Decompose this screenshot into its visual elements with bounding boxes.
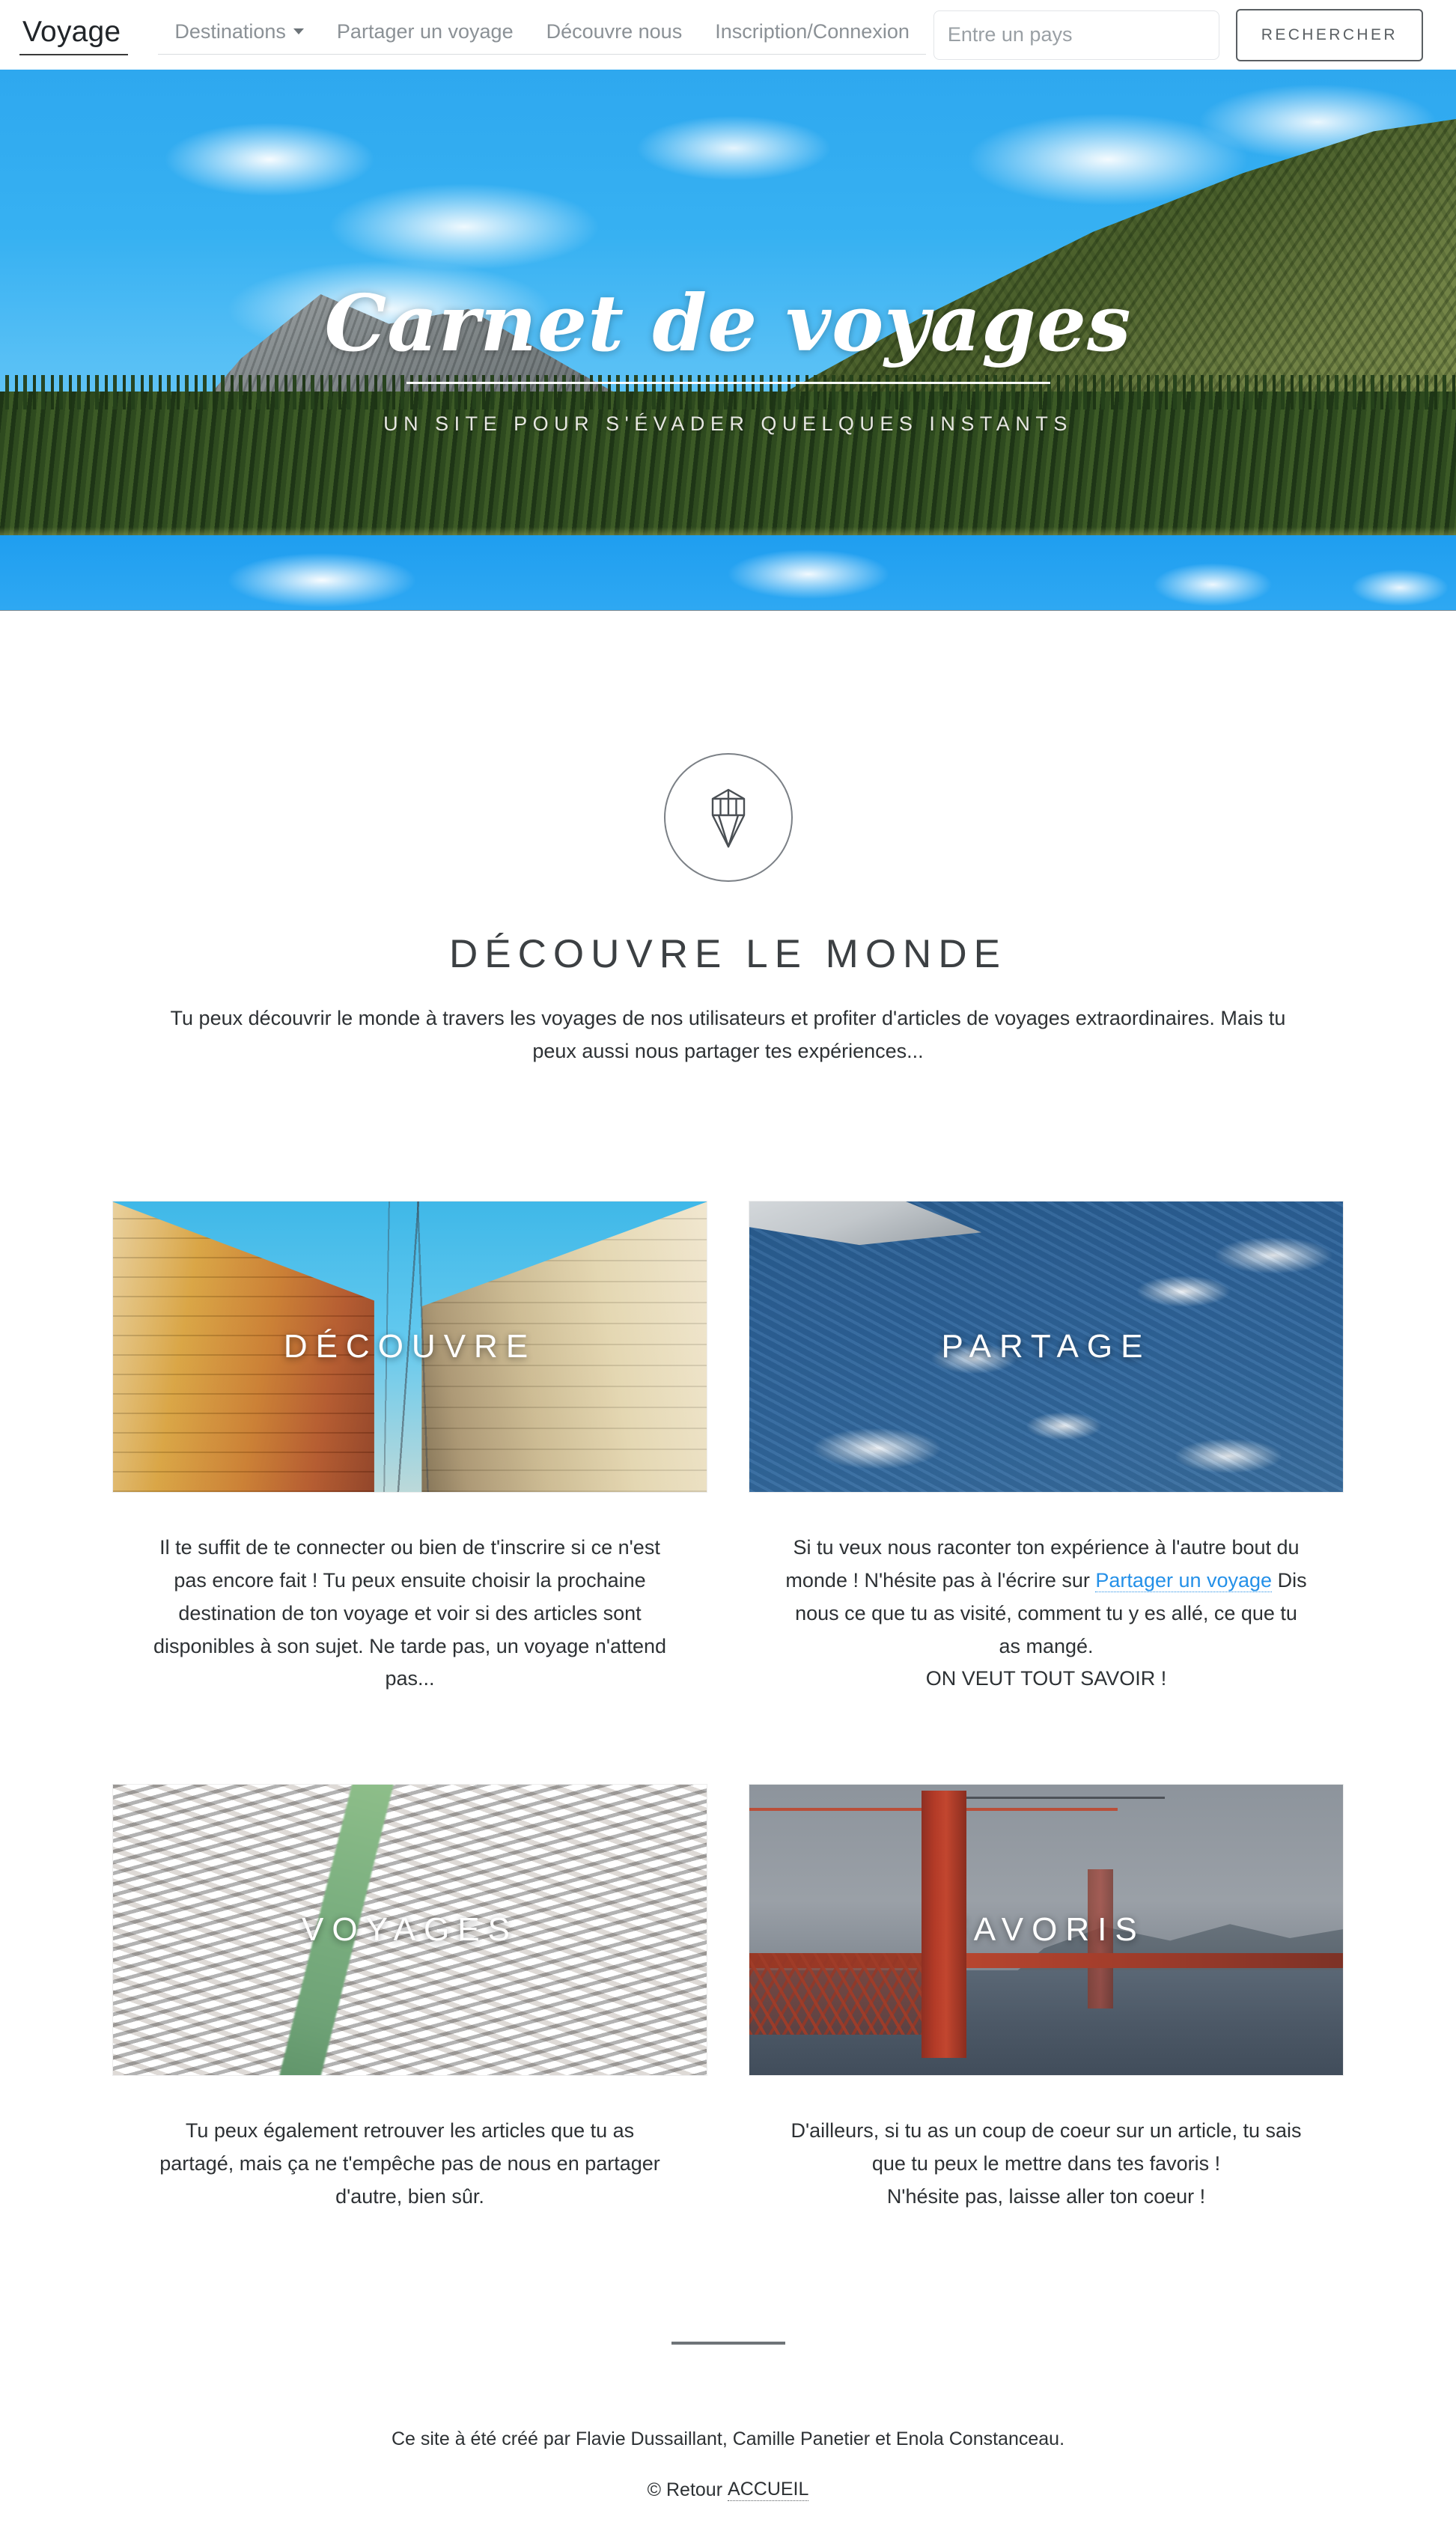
hero-content: Carnet de voyages UN SITE POUR S'ÉVADER …: [0, 70, 1456, 610]
card-voyages: VOYAGES Tu peux également retrouver les …: [112, 1784, 707, 2213]
partager-un-voyage-link[interactable]: Partager un voyage: [1095, 1569, 1273, 1593]
footer-divider: [671, 2342, 785, 2345]
chevron-down-icon: [293, 28, 304, 34]
card-voyages-image[interactable]: VOYAGES: [112, 1784, 707, 2077]
card-partage-label: PARTAGE: [941, 1328, 1151, 1365]
nav-link-decouvre-nous[interactable]: Découvre nous: [529, 15, 699, 55]
nav-link-destinations-label: Destinations: [174, 20, 286, 43]
nav-links: Destinations Partager un voyage Découvre…: [158, 15, 926, 55]
footer-credit: Ce site à été créé par Flavie Dussaillan…: [391, 2428, 1065, 2450]
card-partage-text: Si tu veux nous raconter ton expérience …: [749, 1493, 1344, 1696]
search-button[interactable]: RECHERCHER: [1235, 8, 1423, 61]
card-favoris-paragraph-a: D'ailleurs, si tu as un coup de coeur su…: [791, 2119, 1302, 2175]
card-decouvre-label: DÉCOUVRE: [283, 1328, 537, 1365]
card-voyages-paragraph: Tu peux également retrouver les articles…: [159, 2119, 660, 2208]
card-favoris-image[interactable]: FAVORIS: [749, 1784, 1344, 2077]
bridge-tower-near: [921, 1790, 966, 2058]
card-favoris-text: D'ailleurs, si tu as un coup de coeur su…: [749, 2076, 1344, 2213]
copyright-icon: ©: [647, 2479, 661, 2500]
card-decouvre-paragraph: Il te suffit de te connecter ou bien de …: [153, 1536, 667, 1690]
page-footer: Ce site à été créé par Flavie Dussaillan…: [0, 2342, 1456, 2527]
footer-home-prefix: Retour: [666, 2479, 723, 2500]
intro-title: DÉCOUVRE LE MONDE: [449, 932, 1007, 976]
hero-banner: Carnet de voyages UN SITE POUR S'ÉVADER …: [0, 70, 1456, 611]
card-partage-paragraph-c: ON VEUT TOUT SAVOIR !: [925, 1667, 1167, 1690]
intro-description: Tu peux découvrir le monde à travers les…: [170, 1007, 1286, 1062]
card-voyages-text: Tu peux également retrouver les articles…: [112, 2076, 707, 2213]
card-voyages-label: VOYAGES: [302, 1911, 518, 1949]
footer-accueil-link[interactable]: ACCUEIL: [728, 2479, 809, 2502]
card-decouvre: DÉCOUVRE Il te suffit de te connecter ou…: [112, 1201, 707, 1696]
feature-card-grid: DÉCOUVRE Il te suffit de te connecter ou…: [112, 1201, 1344, 2213]
search-area: RECHERCHER: [933, 8, 1423, 61]
card-decouvre-text: Il te suffit de te connecter ou bien de …: [112, 1493, 707, 1696]
hero-subtitle: UN SITE POUR S'ÉVADER QUELQUES INSTANTS: [383, 412, 1073, 435]
intro-section: DÉCOUVRE LE MONDE Tu peux découvrir le m…: [0, 611, 1456, 1068]
card-partage: PARTAGE Si tu veux nous raconter ton exp…: [749, 1201, 1344, 1696]
footer-home-row: © Retour ACCUEIL: [647, 2479, 809, 2502]
main-navbar: Voyage Destinations Partager un voyage D…: [0, 0, 1456, 70]
card-favoris-paragraph-b: N'hésite pas, laisse aller ton coeur !: [886, 2184, 1206, 2208]
nav-link-partager-un-voyage[interactable]: Partager un voyage: [320, 15, 530, 55]
diamond-gem-icon: [663, 753, 793, 882]
hero-title: Carnet de voyages: [324, 277, 1132, 369]
search-input[interactable]: [933, 10, 1219, 60]
hero-divider: [406, 381, 1050, 384]
grid-row-spacer: [112, 1696, 1344, 1784]
card-partage-image[interactable]: PARTAGE: [749, 1201, 1344, 1493]
nav-link-inscription-connexion[interactable]: Inscription/Connexion: [698, 15, 926, 55]
brand-logo[interactable]: Voyage: [19, 14, 129, 55]
nav-link-destinations[interactable]: Destinations: [158, 15, 320, 55]
card-favoris: FAVORIS D'ailleurs, si tu as un coup de …: [749, 1784, 1344, 2213]
card-decouvre-image[interactable]: DÉCOUVRE: [112, 1201, 707, 1493]
